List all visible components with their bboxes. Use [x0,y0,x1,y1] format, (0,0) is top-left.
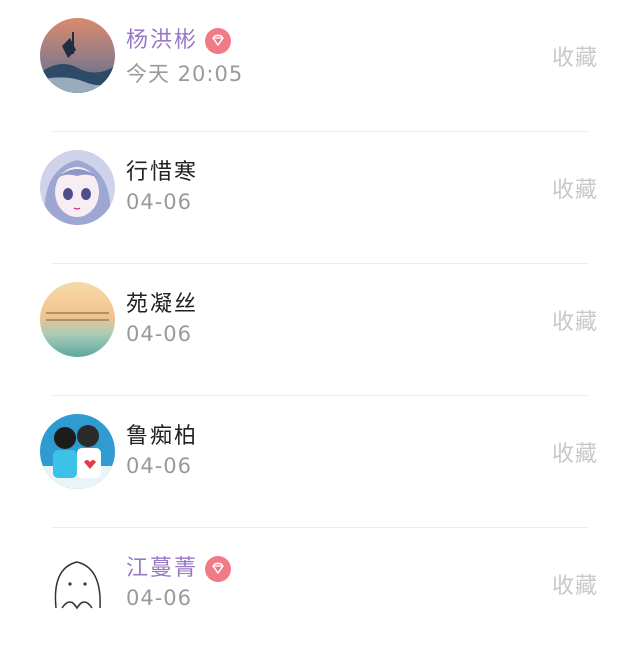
timestamp: 04-06 [126,586,193,610]
favorite-button[interactable]: 收藏 [552,304,598,336]
sunset-text-avatar-icon[interactable] [40,282,115,357]
timestamp: 04-06 [126,190,193,214]
list-item[interactable]: 行惜寒 04-06 收藏 [0,132,640,264]
user-name[interactable]: 江蔓菁 [126,550,198,582]
timestamp: 今天 20:05 [126,62,244,86]
favorite-button[interactable]: 收藏 [552,436,598,468]
couple-avatar-icon[interactable] [40,414,115,489]
favorite-user-list: 杨洪彬 今天 20:05 收藏 行惜寒 04-06 收藏 苑凝丝 04-06 收… [0,0,640,636]
list-item[interactable]: 杨洪彬 今天 20:05 收藏 [0,0,640,132]
timestamp: 04-06 [126,322,193,346]
ghost-doodle-avatar-icon[interactable] [40,546,115,621]
user-name[interactable]: 杨洪彬 [126,22,198,54]
list-item[interactable]: 鲁痴柏 04-06 收藏 [0,396,640,528]
timestamp: 04-06 [126,454,193,478]
user-name[interactable]: 苑凝丝 [126,286,198,318]
favorite-button[interactable]: 收藏 [552,40,598,72]
user-name[interactable]: 鲁痴柏 [126,418,198,450]
anime-girl-avatar-icon[interactable] [40,150,115,225]
list-item[interactable]: 江蔓菁 04-06 收藏 [0,528,640,660]
landscape-avatar-icon[interactable] [40,18,115,93]
vip-diamond-icon [205,556,231,582]
vip-diamond-icon [205,28,231,54]
list-item[interactable]: 苑凝丝 04-06 收藏 [0,264,640,396]
favorite-button[interactable]: 收藏 [552,568,598,600]
user-name[interactable]: 行惜寒 [126,154,198,186]
favorite-button[interactable]: 收藏 [552,172,598,204]
